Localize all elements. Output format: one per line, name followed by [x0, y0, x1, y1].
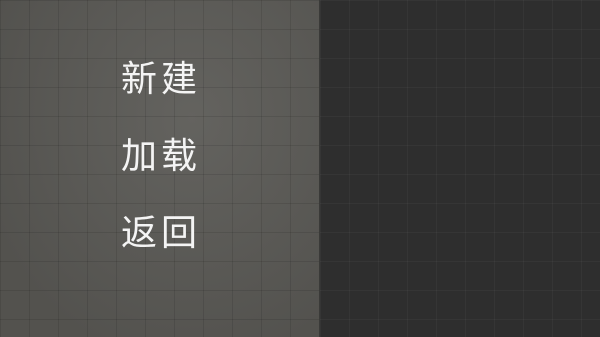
back-button[interactable]: 返回 [121, 216, 201, 254]
game-menu-screen: 新建 加载 返回 [0, 0, 600, 337]
menu-panel: 新建 加载 返回 [0, 0, 320, 337]
main-menu: 新建 加载 返回 [121, 62, 201, 254]
load-game-button[interactable]: 加载 [121, 139, 201, 177]
preview-panel [320, 0, 600, 337]
new-game-button[interactable]: 新建 [121, 62, 201, 100]
